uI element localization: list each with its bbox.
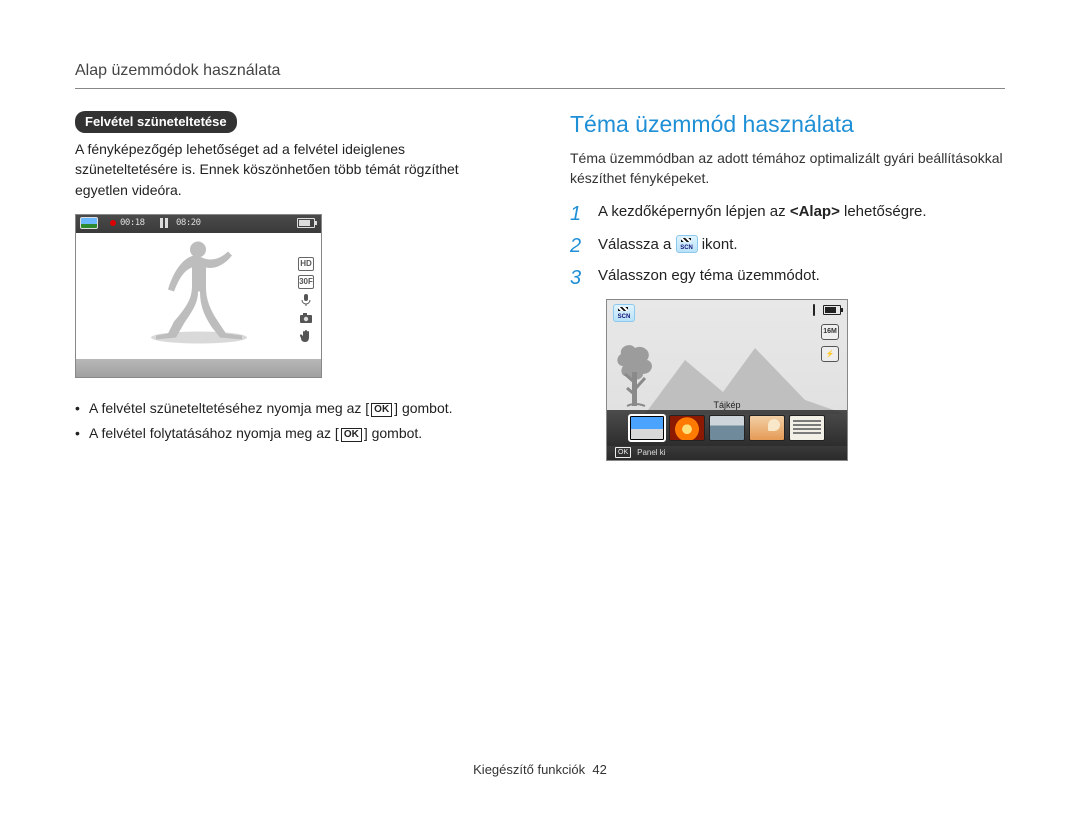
scene-thumb-sea[interactable]	[709, 415, 745, 441]
battery-icon	[823, 305, 841, 315]
step-1: 1 A kezdőképernyőn lépjen az <Alap> lehe…	[570, 203, 1005, 225]
section-intro: Téma üzemmódban az adott témához optimal…	[570, 148, 1005, 189]
step-number: 2	[570, 235, 586, 257]
section-heading: Téma üzemmód használata	[570, 111, 1005, 138]
flash-icon: ⚡	[821, 346, 839, 362]
pause-icon	[160, 218, 168, 228]
bullet-resume-post: ] gombot.	[364, 425, 422, 441]
thumbnail-icon	[80, 217, 98, 229]
footer-section: Kiegészítő funkciók	[473, 762, 585, 777]
bullet-pause-pre: A felvétel szüneteltetéséhez nyomja meg …	[89, 400, 369, 416]
recorder-right-icons: HD 30F	[295, 255, 317, 347]
step-3-text: Válasszon egy téma üzemmódot.	[598, 267, 820, 284]
ok-icon: OK	[371, 403, 392, 417]
footer-page-number: 42	[592, 762, 606, 777]
scene-right-icons: 16M ⚡	[821, 324, 841, 368]
hand-icon	[298, 329, 314, 343]
skater-silhouette	[134, 235, 264, 345]
scene-mode-illustration: SCN 16M ⚡ Tájkép	[606, 299, 848, 461]
scene-caption: Tájkép	[607, 400, 847, 410]
scn-label: SCN	[614, 314, 634, 320]
steps-list: 1 A kezdőképernyőn lépjen az <Alap> lehe…	[570, 203, 1005, 289]
manual-page: Alap üzemmódok használata Felvétel szüne…	[0, 0, 1080, 815]
step-1-text: A kezdőképernyőn lépjen az <Alap> lehető…	[598, 203, 927, 220]
recorder-top-bar: 00:18 08:20	[76, 215, 321, 233]
scene-carousel	[607, 410, 847, 446]
scene-footer-text: Panel ki	[637, 448, 665, 457]
pause-paragraph: A fényképezőgép lehetőséget ad a felvéte…	[75, 139, 510, 200]
resolution-icon: 16M	[821, 324, 839, 340]
scn-mode-icon: SCN	[676, 235, 698, 253]
step-2: 2 Válassza a SCN ikont.	[570, 235, 1005, 257]
ok-icon: OK	[341, 428, 362, 442]
scn-label: SCN	[677, 245, 697, 251]
record-indicator-icon	[110, 220, 116, 226]
bullet-resume-pre: A felvétel folytatásához nyomja meg az [	[89, 425, 339, 441]
subsection-pill: Felvétel szüneteltetése	[75, 111, 237, 133]
bullet-pause-post: ] gombot.	[394, 400, 452, 416]
elapsed-time: 00:18	[120, 218, 145, 228]
mic-icon	[298, 293, 314, 307]
scene-thumb-sunset[interactable]	[669, 415, 705, 441]
step-2-pre: Válassza a	[598, 236, 676, 253]
bullet-resume: A felvétel folytatásához nyomja meg az […	[75, 421, 510, 446]
page-header: Alap üzemmódok használata	[75, 62, 1005, 89]
step-number: 3	[570, 267, 586, 289]
step-3: 3 Válasszon egy téma üzemmódot.	[570, 267, 1005, 289]
scene-thumb-dawn[interactable]	[749, 415, 785, 441]
scene-thumb-text[interactable]	[789, 415, 825, 441]
recorder-bottom-bar	[76, 359, 321, 377]
camera-icon	[298, 311, 314, 325]
two-column-layout: Felvétel szüneteltetése A fényképezőgép …	[75, 111, 1005, 461]
scene-top-right	[813, 304, 841, 316]
step-2-post: ikont.	[702, 236, 738, 253]
recorder-preview: HD 30F	[76, 233, 321, 359]
pause-resume-bullets: A felvétel szüneteltetéséhez nyomja meg …	[75, 396, 510, 446]
ok-icon: OK	[615, 447, 631, 458]
scene-footer: OK Panel ki	[607, 446, 847, 460]
step-1-pre: A kezdőképernyőn lépjen az	[598, 203, 790, 220]
scene-thumb-landscape[interactable]	[629, 415, 665, 441]
step-2-text: Válassza a SCN ikont.	[598, 235, 738, 253]
fps-icon: 30F	[298, 275, 314, 289]
total-time: 08:20	[176, 218, 201, 228]
bullet-pause: A felvétel szüneteltetéséhez nyomja meg …	[75, 396, 510, 421]
scene-topleft-icon: SCN	[613, 304, 635, 323]
hd-icon: HD	[298, 257, 314, 271]
battery-icon	[297, 218, 315, 228]
signal-bar-icon	[813, 304, 815, 316]
video-recorder-illustration: 00:18 08:20 HD 30F	[75, 214, 322, 378]
right-column: Téma üzemmód használata Téma üzemmódban …	[570, 111, 1005, 461]
step-number: 1	[570, 203, 586, 225]
step-1-post: lehetőségre.	[840, 203, 927, 220]
alap-keyword: <Alap>	[790, 203, 840, 220]
scn-mode-icon: SCN	[613, 304, 635, 322]
left-column: Felvétel szüneteltetése A fényképezőgép …	[75, 111, 510, 461]
page-footer: Kiegészítő funkciók 42	[0, 762, 1080, 777]
